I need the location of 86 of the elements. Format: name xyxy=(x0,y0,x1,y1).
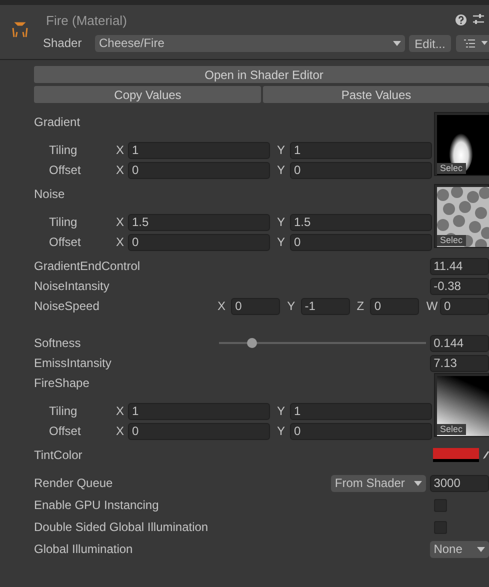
axis-label: Y xyxy=(286,298,296,315)
list-icon xyxy=(464,38,475,48)
axis-label: Y xyxy=(276,403,286,420)
texture-thumbnail[interactable]: Selec xyxy=(434,184,489,248)
axis-label: Y xyxy=(276,214,286,231)
caret-icon xyxy=(414,480,422,486)
setting-label: Render Queue xyxy=(34,475,114,492)
property-label: EmissIntansity xyxy=(34,355,112,372)
help-icon[interactable] xyxy=(455,14,467,26)
property-label: NoiseSpeed xyxy=(34,298,100,315)
number-field[interactable]: 1.5 xyxy=(128,214,270,230)
select-button[interactable]: Selec xyxy=(437,235,466,246)
number-field[interactable]: 0.144 xyxy=(430,334,489,352)
open-shader-editor-button[interactable]: Open in Shader Editor xyxy=(34,66,489,83)
eyedropper-icon[interactable] xyxy=(483,451,489,459)
property-label: Softness xyxy=(34,335,82,352)
global-illumination-dropdown[interactable]: None xyxy=(430,540,489,558)
number-field[interactable]: 1 xyxy=(290,402,432,420)
field-label: Tiling xyxy=(48,214,78,231)
property-label: FireShape xyxy=(34,375,90,392)
noise-texture-preview xyxy=(437,187,489,247)
setting-label: Double Sided Global Illumination xyxy=(34,519,210,536)
material-title: Fire (Material) xyxy=(46,12,127,30)
caret-icon xyxy=(393,40,401,46)
slider-thumb[interactable] xyxy=(246,338,257,348)
shader-label: Shader xyxy=(43,35,83,52)
number-field[interactable]: 3000 xyxy=(430,474,489,492)
shader-dropdown[interactable]: Cheese/Fire xyxy=(95,34,405,52)
field-label: Tiling xyxy=(48,403,78,420)
texture-thumbnail[interactable]: Selec xyxy=(434,112,489,176)
axis-label: X xyxy=(115,234,126,251)
axis-label: X xyxy=(115,403,126,420)
axis-label: X xyxy=(115,214,126,231)
flame-texture-preview xyxy=(437,115,489,175)
number-field[interactable]: -1 xyxy=(300,298,350,314)
number-field[interactable]: 0 xyxy=(128,162,270,178)
number-field[interactable]: 1 xyxy=(128,402,270,420)
settings-icon[interactable] xyxy=(472,13,485,26)
number-field[interactable]: 0 xyxy=(370,298,420,314)
number-field[interactable]: 0 xyxy=(290,422,432,440)
material-icon xyxy=(10,20,30,40)
axis-label: Z xyxy=(356,298,366,315)
number-field[interactable]: 1 xyxy=(290,142,432,158)
number-field[interactable]: 0 xyxy=(290,162,432,178)
field-label: Offset xyxy=(48,162,82,179)
number-field[interactable]: 0 xyxy=(440,298,489,314)
axis-label: X xyxy=(217,298,226,315)
edit-button[interactable]: Edit... xyxy=(409,34,451,52)
select-button[interactable]: Selec xyxy=(437,424,466,435)
number-field[interactable]: 0 xyxy=(290,234,432,250)
field-label: Offset xyxy=(48,423,82,440)
number-field[interactable]: 11.44 xyxy=(430,258,489,274)
color-swatch[interactable] xyxy=(433,448,479,462)
gradient-texture-preview xyxy=(437,376,489,436)
copy-values-button[interactable]: Copy Values xyxy=(34,86,262,103)
property-label: Gradient xyxy=(34,114,82,131)
number-field[interactable]: -0.38 xyxy=(430,278,489,294)
field-label: Tiling xyxy=(48,142,78,159)
setting-label: Enable GPU Instancing xyxy=(34,497,160,514)
number-field[interactable]: 0 xyxy=(128,422,270,440)
axis-label: Y xyxy=(276,142,286,159)
property-label: Noise xyxy=(34,186,66,203)
list-menu-button[interactable] xyxy=(456,34,489,52)
setting-label: Global Illumination xyxy=(34,541,134,558)
field-label: Offset xyxy=(48,234,82,251)
property-label: GradientEndControl xyxy=(34,258,142,275)
axis-label: Y xyxy=(276,234,286,251)
number-field[interactable]: 7.13 xyxy=(430,354,489,372)
property-label: TintColor xyxy=(34,447,84,464)
render-queue-dropdown[interactable]: From Shader xyxy=(330,474,426,492)
paste-values-button[interactable]: Paste Values xyxy=(263,86,489,103)
axis-label: X xyxy=(115,423,126,440)
axis-label: W xyxy=(425,298,439,315)
select-button[interactable]: Selec xyxy=(437,163,466,174)
number-field[interactable]: 0 xyxy=(128,234,270,250)
number-field[interactable]: 0 xyxy=(231,298,280,314)
number-field[interactable]: 1.5 xyxy=(290,214,432,230)
caret-icon xyxy=(477,546,485,552)
number-field[interactable]: 1 xyxy=(128,142,270,158)
axis-label: Y xyxy=(276,162,286,179)
axis-label: Y xyxy=(276,423,286,440)
property-label: NoiseIntansity xyxy=(34,278,110,295)
texture-thumbnail[interactable]: Selec xyxy=(434,373,489,437)
axis-label: X xyxy=(115,142,126,159)
caret-icon xyxy=(481,41,488,45)
axis-label: X xyxy=(115,162,126,179)
